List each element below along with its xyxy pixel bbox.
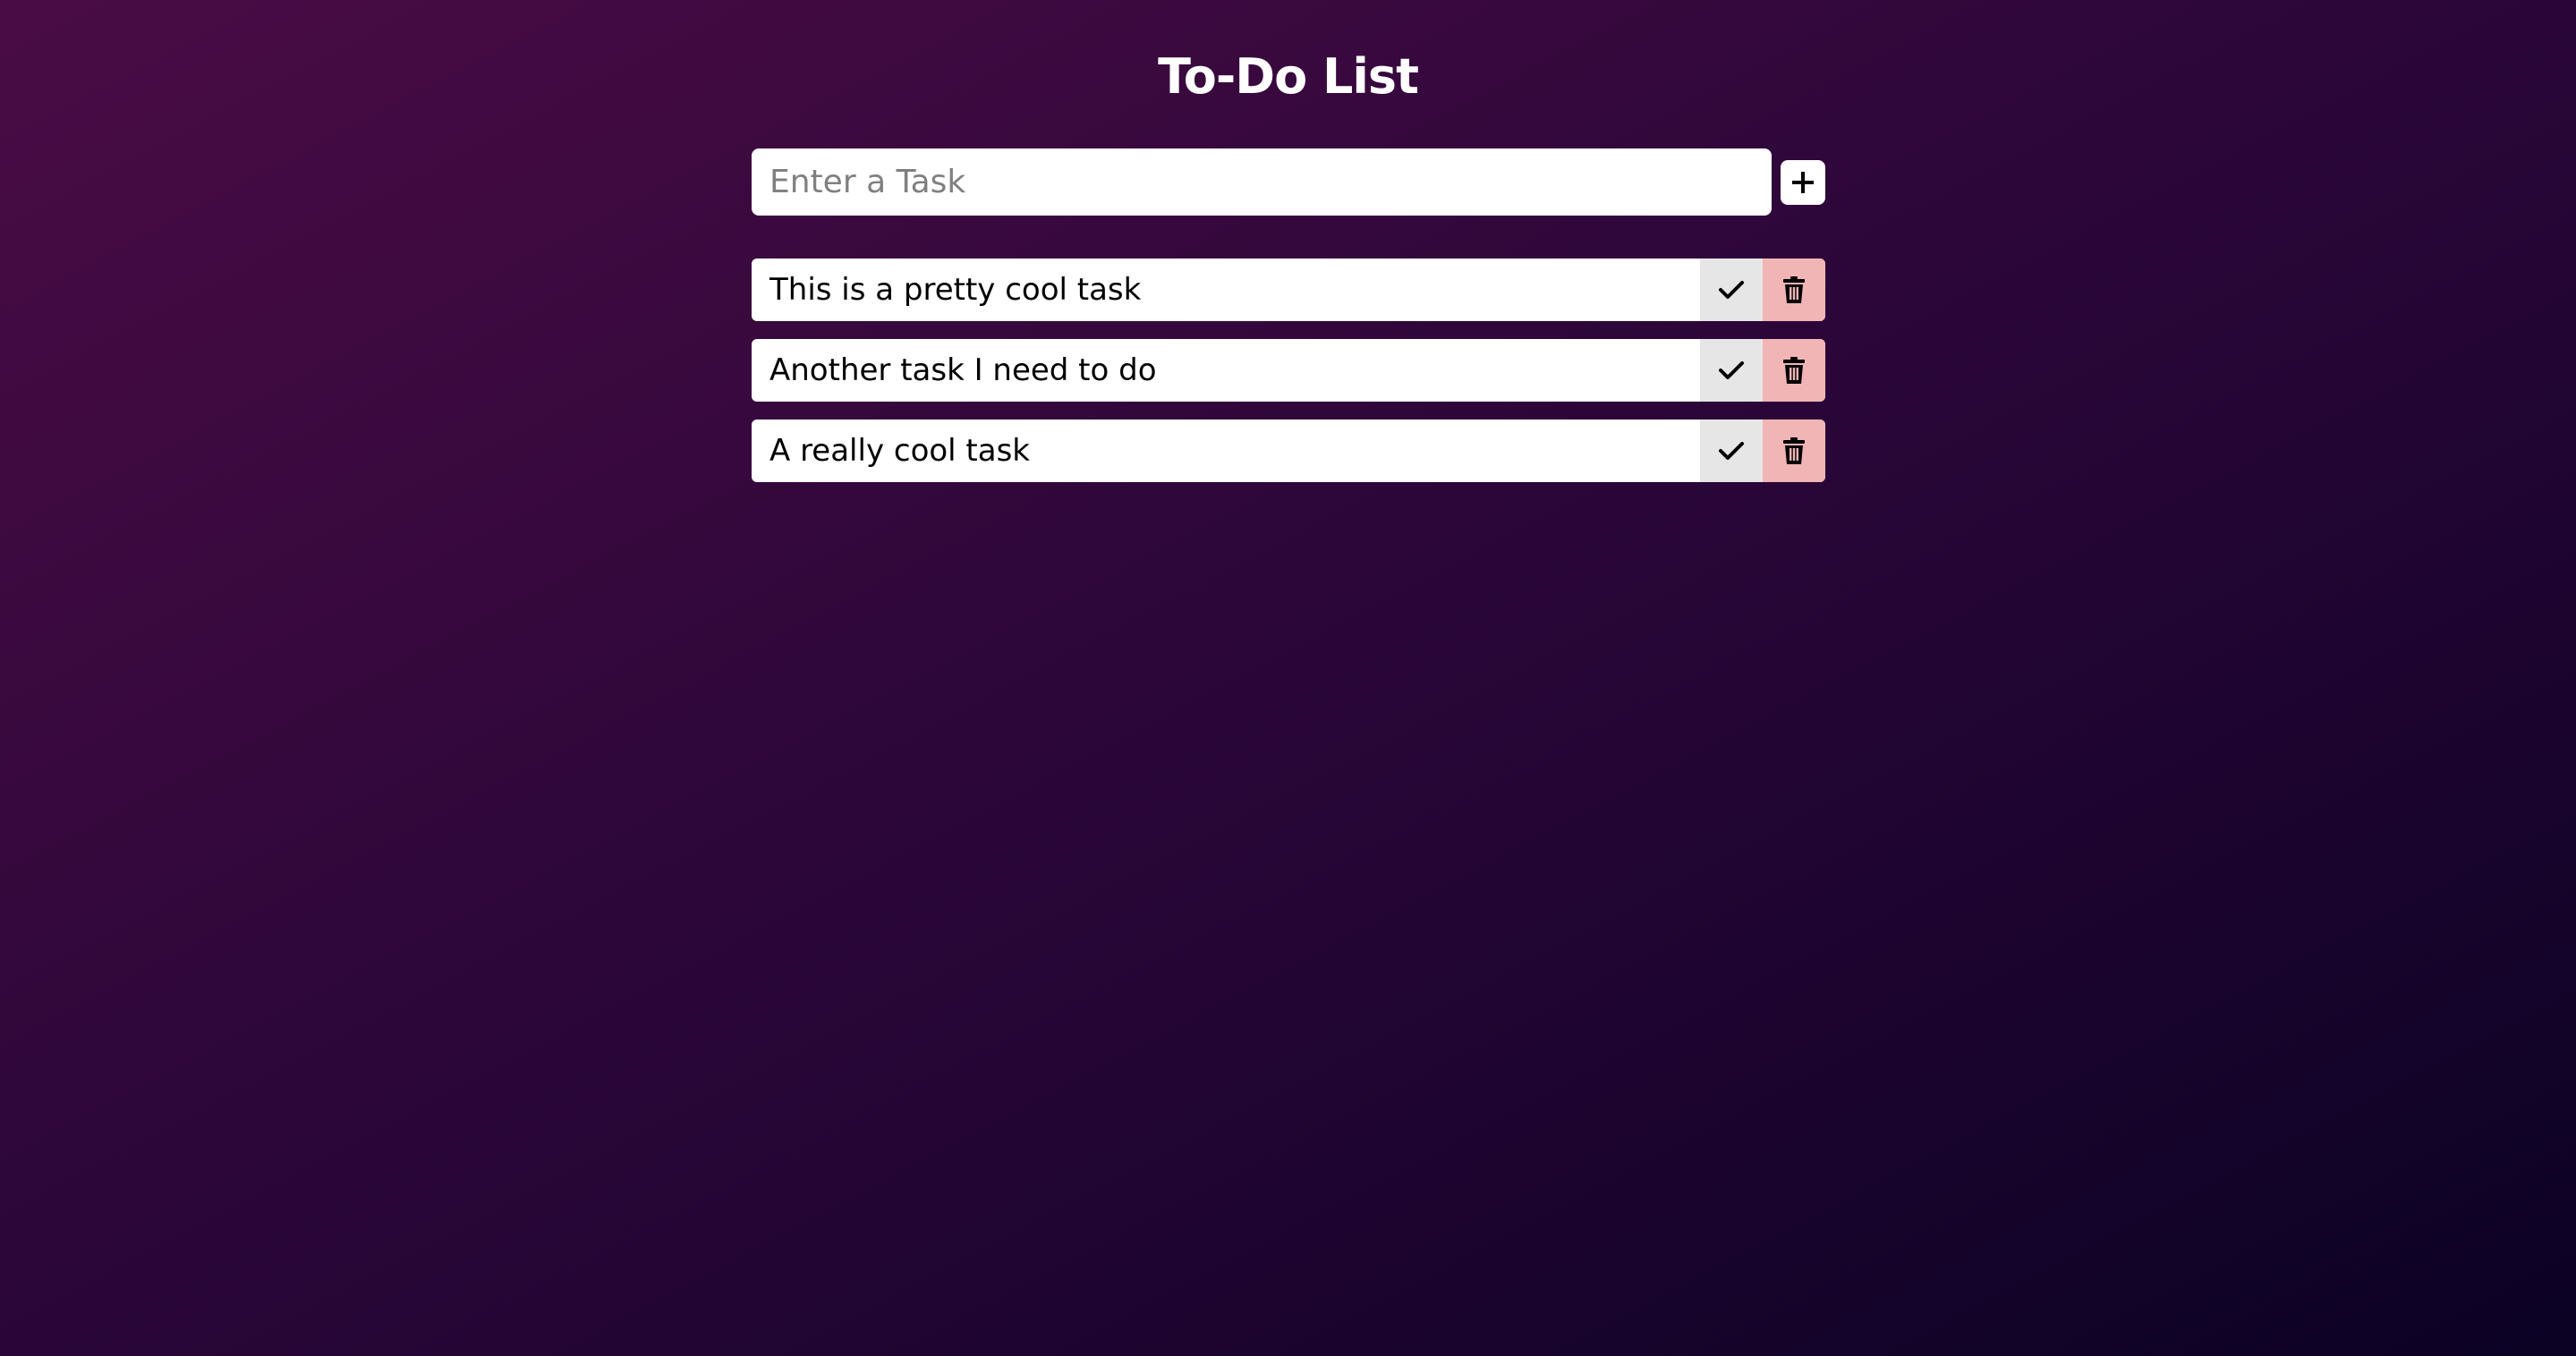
check-icon [1718,279,1745,301]
page-title: To-Do List [1158,48,1419,105]
delete-task-button[interactable] [1763,258,1825,321]
complete-task-button[interactable] [1700,258,1763,321]
task-item: This is a pretty cool task [752,258,1825,321]
complete-task-button[interactable] [1700,420,1763,482]
complete-task-button[interactable] [1700,339,1763,402]
task-text: Another task I need to do [769,352,1157,388]
check-icon [1718,440,1745,462]
delete-task-button[interactable] [1763,339,1825,402]
trash-icon [1782,436,1806,465]
check-icon [1718,360,1745,381]
task-text: This is a pretty cool task [769,272,1142,308]
task-input[interactable] [752,148,1772,216]
task-list: This is a pretty cool task Another task … [752,258,1825,500]
add-task-button[interactable] [1781,160,1825,205]
task-text: A really cool task [769,433,1030,469]
task-item: Another task I need to do [752,339,1825,402]
trash-icon [1782,356,1806,385]
new-task-form [752,148,1825,216]
delete-task-button[interactable] [1763,420,1825,482]
trash-icon [1782,275,1806,304]
plus-icon [1790,170,1815,195]
task-item: A really cool task [752,420,1825,482]
